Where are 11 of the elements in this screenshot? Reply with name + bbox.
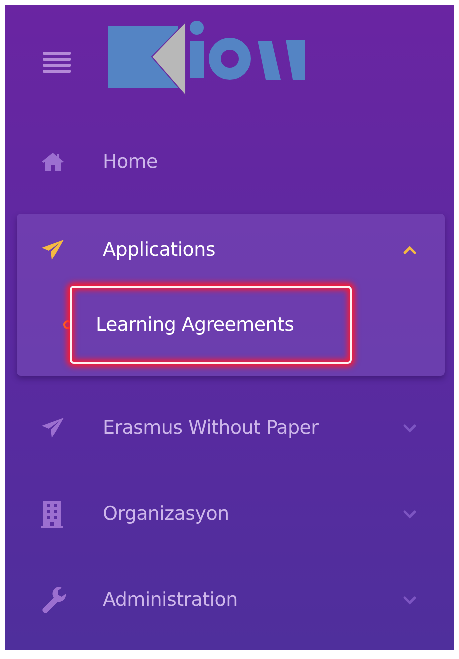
menu-label: Erasmus Without Paper	[103, 417, 320, 439]
menu-item[interactable]: Erasmus Without Paper	[17, 392, 445, 464]
menu-label: Home	[103, 151, 159, 173]
menu-item[interactable]: Applications	[17, 214, 445, 286]
menu-label: Applications	[103, 239, 216, 261]
menu-label: Administration	[103, 589, 239, 611]
menu-label: Organizasyon	[103, 503, 230, 525]
submenu-item[interactable]: Learning Agreements	[70, 286, 352, 364]
menu-item[interactable]: Administration	[17, 564, 445, 636]
menu-item[interactable]: Home	[17, 126, 445, 198]
menu-item[interactable]: Organizasyon	[17, 478, 445, 550]
